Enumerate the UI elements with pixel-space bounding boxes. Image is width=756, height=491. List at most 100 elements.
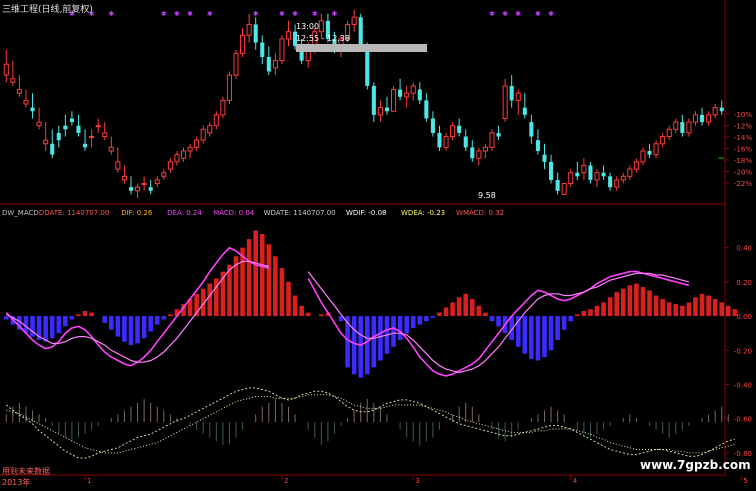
candle-body-down (680, 122, 685, 133)
candle-body-down (549, 161, 554, 180)
candle-body-up (692, 114, 698, 123)
signal-star-mark: ✱ (253, 10, 259, 18)
candle-body-down (50, 143, 55, 155)
candle-body-down (522, 107, 527, 115)
candle-body-up (36, 121, 42, 127)
signal-star-mark: ✱ (279, 10, 285, 18)
candle-body-up (194, 139, 200, 148)
candle-body-down (253, 24, 258, 43)
low-price-label: 9.58 (478, 191, 496, 200)
y-axis-tick-label: -0.20 (734, 347, 752, 355)
watermark: www.7gpzb.com (640, 458, 751, 472)
y-axis-tick-label: 0.20 (736, 279, 752, 287)
candle-body-up (115, 161, 121, 170)
legend-item: DDATE: 1140707.00 (39, 209, 110, 217)
candle-body-up (272, 60, 278, 69)
legend-item: DIF: 0.26 (121, 209, 153, 217)
candle-body-up (568, 172, 574, 185)
candle-body-down (148, 187, 153, 191)
candle-body-up (489, 132, 495, 148)
candle-body-up (279, 38, 285, 62)
candle-body-up (43, 139, 49, 145)
candle-body-up (633, 161, 639, 170)
signal-star-mark: ✱ (535, 10, 541, 18)
signal-star-mark: ✱ (108, 10, 114, 18)
candle-body-down (601, 172, 606, 177)
future-data-label: 用到未来数据 (2, 467, 50, 476)
candle-body-up (108, 146, 114, 152)
candle-body-up (180, 150, 187, 159)
candle-body-down (496, 132, 501, 137)
candle-body-up (581, 164, 587, 174)
candle-body-down (470, 147, 475, 159)
candle-body-up (220, 99, 226, 116)
candle-body-down (437, 132, 442, 148)
y-axis-tick-label: 0.40 (736, 245, 752, 253)
candle-body-up (450, 125, 456, 138)
candle-body-down (260, 42, 265, 57)
candle-body-down (76, 125, 81, 133)
candle-body-up (174, 154, 180, 163)
candle-body-up (167, 161, 173, 170)
candle-body-up (121, 175, 127, 181)
legend-item: WDATE: 1140707.00 (264, 209, 336, 217)
x-axis-tick-label: 4 (573, 477, 578, 485)
candle-body-up (673, 121, 679, 130)
signal-star-mark: ✱ (489, 10, 495, 18)
stock-title: 三维工程(日线,前复权) (2, 5, 93, 15)
tooltip-range: 12:55 - 12.38 (296, 34, 350, 43)
candle-body-up (16, 89, 22, 94)
signal-star-mark: ✱ (174, 10, 180, 18)
signal-star-mark: ✱ (332, 10, 338, 18)
candle-body-up (154, 179, 160, 185)
candle-body-up (410, 85, 416, 94)
signal-star-mark: ✱ (187, 10, 193, 18)
candle-body-up (640, 150, 646, 163)
candle-body-up (476, 150, 482, 159)
legend-item: WDEA: -0.23 (401, 209, 445, 217)
right-axis-tick-label: -22% (734, 180, 752, 188)
candle-body-up (200, 128, 206, 141)
candle-body-down (608, 176, 613, 188)
right-axis-tick-label: -20% (734, 169, 752, 177)
candle-body-down (509, 85, 514, 101)
candle-body-up (351, 16, 357, 25)
signal-star-mark: ✱ (161, 10, 167, 18)
x-axis-tick-label: 2 (284, 477, 288, 485)
candle-body-up (161, 172, 167, 177)
candle-body-down (83, 143, 88, 148)
candle-body-down (69, 118, 74, 123)
right-axis-tick-label: -10% (734, 111, 752, 119)
candle-body-up (561, 183, 567, 195)
stock-chart-svg[interactable]: ✱ ✱ ✱ ✱ ✱ ✱ ✱ ✱ ✱ ✱ ✱ ✱ ✱ ✱ ✱ ✱ ✱-10%-12%-14%-16%-18%-20… (0, 0, 756, 487)
candle-body-up (95, 125, 101, 128)
legend-item: WMACD: 0.32 (456, 209, 504, 217)
candle-body-up (706, 114, 712, 123)
candle-body-down (719, 107, 724, 112)
year-label: 2013年 (2, 478, 31, 487)
candle-body-down (365, 46, 370, 86)
y-axis-tick-label: 0.00 (736, 313, 752, 321)
signal-star-mark: ✱ (207, 10, 213, 18)
candle-body-up (614, 179, 620, 188)
candle-body-up (594, 172, 600, 181)
candle-body-up (141, 183, 147, 186)
candle-body-up (653, 143, 659, 156)
candle-body-up (502, 85, 508, 119)
candle-body-up (285, 31, 292, 40)
candle-body-up (207, 125, 213, 134)
candle-body-down (398, 89, 403, 97)
signal-star-mark: ✱ (515, 10, 521, 18)
legend-item: DEA: 0.24 (167, 209, 202, 217)
candle-body-up (660, 136, 666, 145)
x-axis-tick-label: 5 (743, 477, 747, 485)
signal-star-mark: ✱ (548, 10, 554, 18)
signal-star-mark: ✱ (502, 10, 508, 18)
candle-body-down (647, 151, 652, 155)
candle-body-down (30, 107, 35, 112)
signal-star-mark: ✱ (312, 10, 318, 18)
candle-body-up (443, 136, 449, 148)
candle-body-down (371, 85, 376, 115)
candle-body-down (266, 57, 271, 72)
candle-body-up (102, 132, 108, 138)
